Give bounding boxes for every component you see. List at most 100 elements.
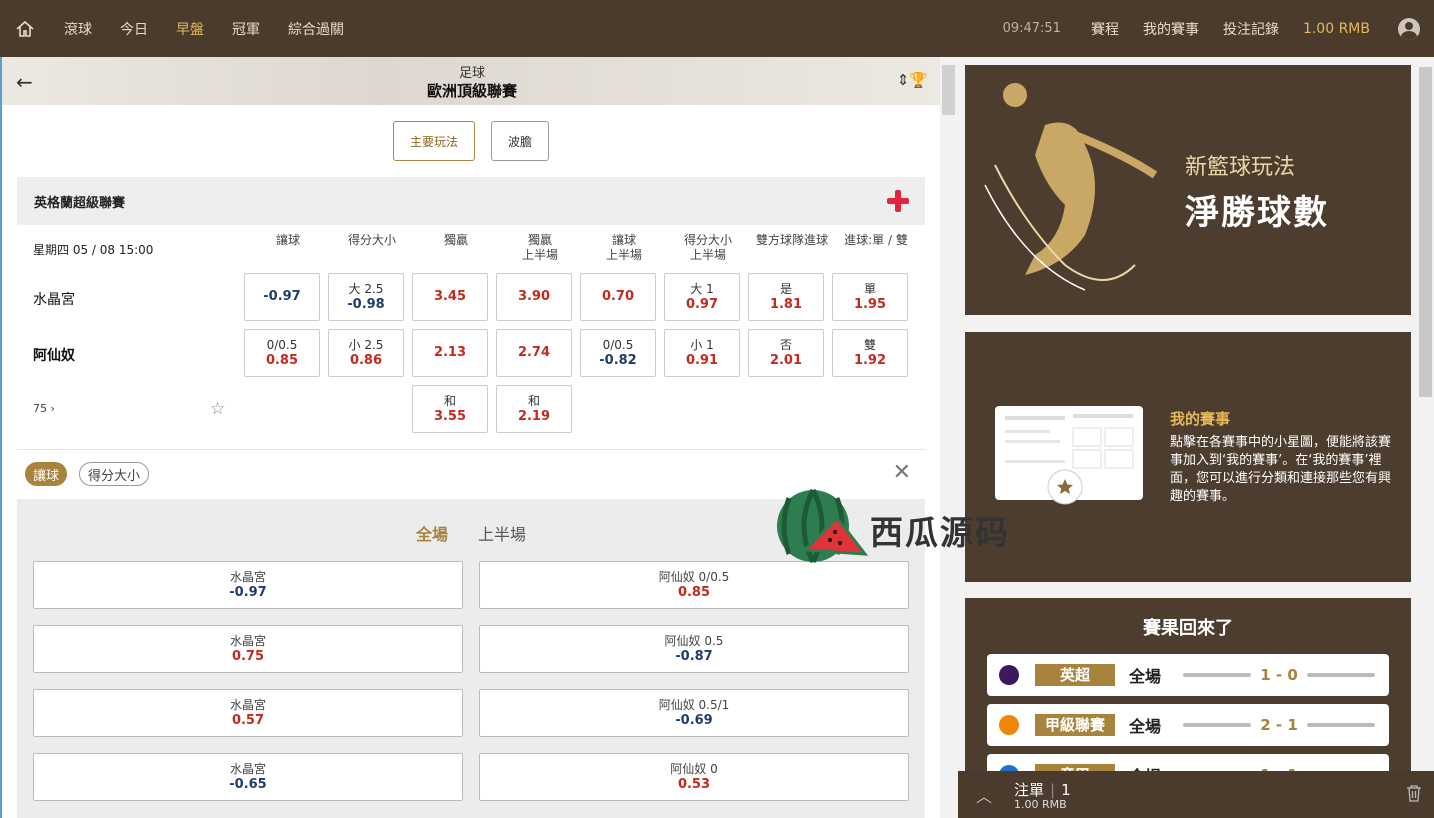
column-header: 雙方球隊進球 [755,233,828,247]
column-header: 讓球 上半場 [605,233,642,262]
nav-bet-history[interactable]: 投注記錄 [1223,19,1279,39]
add-icon[interactable] [887,190,909,212]
chevron-up-icon[interactable]: ︿ [976,783,992,807]
tab-main-markets[interactable]: 主要玩法 [393,121,476,161]
odds-value: 2.01 [769,353,803,368]
nav-parlay[interactable]: 綜合過關 [288,19,344,39]
nav-early[interactable]: 早盤 [176,19,204,39]
odds-line: 單 [863,282,876,296]
nav-my-events[interactable]: 我的賽事 [1143,19,1199,39]
sub-header: ← 足球 歐洲頂級聯賽 ⇕🏆 [2,57,940,105]
odds-button[interactable]: 否 2.01 [748,329,824,377]
handicap-line-button[interactable]: 水晶宮 0.75 [33,625,463,673]
odds-line: 大 1 [690,282,714,296]
column-header: 進球:單 / 雙 [844,233,908,247]
chip-handicap[interactable]: 讓球 [25,462,68,486]
right-scrollbar[interactable] [1417,57,1434,818]
tab-correct-score[interactable]: 波膽 [491,121,550,161]
left-scrollbar[interactable] [940,57,957,818]
sort-trophy-icon[interactable]: ⇕🏆 [897,71,928,89]
banner-subtitle: 新籃球玩法 [1185,155,1296,180]
handicap-line-button[interactable]: 阿仙奴 0 0.53 [479,753,909,801]
banner-basketball[interactable]: 新籃球玩法 淨勝球數 [965,65,1411,315]
laliga-icon [999,715,1019,735]
odds-button[interactable]: 0/0.5 0.85 [244,329,320,377]
odds-button[interactable]: 3.90 [496,273,572,321]
odds-value: -0.98 [347,297,385,312]
odds-value: 2.13 [433,345,467,360]
odds-button[interactable]: 小 2.5 0.86 [328,329,404,377]
more-count: 75 [33,402,47,415]
line-team: 阿仙奴 0.5/1 [658,698,730,712]
result-row[interactable]: 英超 全場 1 - 0 [987,654,1389,696]
column-header: 讓球 [275,233,300,247]
odds-button[interactable]: 單 1.95 [832,273,908,321]
avatar-icon[interactable] [1398,17,1420,40]
odds-value: 1.92 [853,353,887,368]
odds-value: -0.82 [599,353,637,368]
odds-button[interactable]: 小 1 0.91 [664,329,740,377]
odds-value: 0.91 [685,353,719,368]
handicap-line-button[interactable]: 水晶宮 -0.65 [33,753,463,801]
nav-schedule[interactable]: 賽程 [1091,19,1119,39]
view-tabs: 主要玩法 波膽 [393,121,550,161]
handicap-line-button[interactable]: 阿仙奴 0.5/1 -0.69 [479,689,909,737]
odds-button[interactable]: 3.45 [412,273,488,321]
odds-line: 小 1 [690,338,714,352]
odds-value: 0.85 [265,353,299,368]
betslip-count: 1 [1061,781,1071,799]
clock: 09:47:51 [1002,21,1061,36]
betslip-amount: 1.00 RMB [1014,798,1067,811]
handicap-line-button[interactable]: 阿仙奴 0/0.5 0.85 [479,561,909,609]
line-odds: -0.65 [229,777,267,792]
line-team: 水晶宮 [229,570,266,584]
betslip-bar[interactable]: ︿ 注單 | 1 1.00 RMB [958,771,1434,818]
handicap-line-button[interactable]: 水晶宮 -0.97 [33,561,463,609]
top-nav: 滾球 今日 早盤 冠軍 綜合過關 09:47:51 賽程 我的賽事 投注記錄 1… [0,0,1434,57]
nav-today[interactable]: 今日 [120,19,148,39]
chip-total[interactable]: 得分大小 [79,462,150,486]
tab-full-time[interactable]: 全場 [416,521,448,545]
tab-first-half[interactable]: 上半場 [478,521,526,545]
line-team: 水晶宮 [229,762,266,776]
result-score: 2 - 1 [1260,716,1298,734]
handicap-line-button[interactable]: 水晶宮 0.57 [33,689,463,737]
odds-button[interactable]: 和 2.19 [496,385,572,433]
odds-button[interactable]: 2.74 [496,329,572,377]
nav-inplay[interactable]: 滾球 [64,19,92,39]
handicap-line-button[interactable]: 阿仙奴 0.5 -0.87 [479,625,909,673]
odds-line: 否 [779,338,792,352]
odds-button[interactable]: 0/0.5 -0.82 [580,329,656,377]
odds-value: 0.70 [601,289,635,304]
line-team: 阿仙奴 0/0.5 [658,570,730,584]
league-bar[interactable]: 英格蘭超級聯賽 [17,177,925,225]
column-header: 得分大小 上半場 [683,233,732,262]
odds-button[interactable]: 0.70 [580,273,656,321]
close-icon[interactable]: ✕ [893,462,911,484]
favorite-star-icon[interactable]: ☆ [210,399,225,419]
odds-button[interactable]: 2.13 [412,329,488,377]
odds-value: 0.86 [349,353,383,368]
odds-button[interactable]: 是 1.81 [748,273,824,321]
balance: 1.00 RMB [1302,20,1370,37]
line-odds: 0.57 [231,713,265,728]
odds-line: 和 [443,394,456,408]
nav-outright[interactable]: 冠軍 [232,19,260,39]
trash-icon[interactable] [1406,784,1422,802]
odds-value: 2.19 [517,409,551,424]
odds-button[interactable]: 和 3.55 [412,385,488,433]
main-panel: ← 足球 歐洲頂級聯賽 ⇕🏆 主要玩法 波膽 英格蘭超級聯賽 星期四 05 / … [0,57,940,818]
result-row[interactable]: 甲級聯賽 全場 2 - 1 [987,704,1389,746]
odds-line: 是 [779,282,792,296]
odds-value: 3.45 [433,289,467,304]
more-markets[interactable]: 75 › [33,402,55,415]
odds-button[interactable]: 大 2.5 -0.98 [328,273,404,321]
line-odds: -0.87 [675,649,713,664]
banner-title: 淨勝球數 [1185,193,1329,233]
odds-button[interactable]: 大 1 0.97 [664,273,740,321]
odds-value: 3.90 [517,289,551,304]
odds-button[interactable]: 雙 1.92 [832,329,908,377]
betslip-label: 注單 [1014,781,1045,799]
odds-button[interactable]: -0.97 [244,273,320,321]
home-icon[interactable] [0,0,50,57]
